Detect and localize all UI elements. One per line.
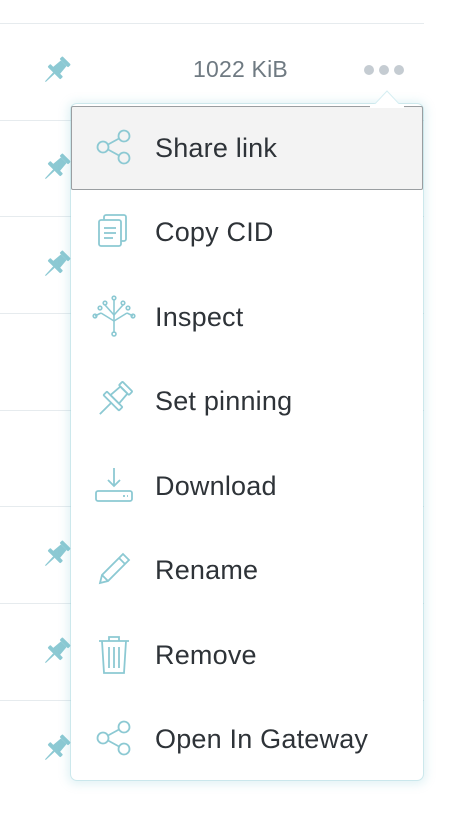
menu-item-label: Copy CID	[155, 217, 274, 247]
download-icon	[91, 462, 137, 508]
more-dots-icon	[394, 65, 404, 75]
pin-icon[interactable]	[38, 634, 74, 670]
pin-icon[interactable]	[38, 150, 74, 186]
menu-item-set-pinning[interactable]: Set pinning	[71, 359, 423, 443]
menu-item-download[interactable]: Download	[71, 444, 423, 528]
file-size: 1022 KiB	[193, 56, 288, 82]
menu-item-label: Set pinning	[155, 386, 293, 416]
menu-item-label: Rename	[155, 555, 259, 585]
pin-icon[interactable]	[38, 731, 74, 767]
menu-item-label: Download	[155, 471, 277, 501]
pin-icon[interactable]	[38, 537, 74, 573]
trash-icon	[91, 631, 137, 677]
pin-icon	[91, 377, 137, 423]
copy-icon	[91, 208, 137, 254]
menu-item-rename[interactable]: Rename	[71, 528, 423, 612]
more-dots-icon	[364, 65, 374, 75]
share-icon	[91, 124, 137, 170]
more-options-button[interactable]	[364, 60, 412, 80]
files-view: 1022 KiB Share link Copy CID Inspect Set…	[0, 0, 474, 836]
share-icon	[91, 715, 137, 761]
menu-item-copy-cid[interactable]: Copy CID	[71, 190, 423, 274]
pencil-icon	[91, 546, 137, 592]
pin-icon[interactable]	[38, 247, 74, 283]
menu-item-label: Inspect	[155, 302, 244, 332]
menu-item-label: Share link	[155, 133, 278, 163]
more-dots-icon	[379, 65, 389, 75]
pin-icon[interactable]	[38, 53, 74, 89]
row-divider	[0, 23, 424, 24]
menu-item-share-link[interactable]: Share link	[71, 106, 423, 190]
menu-item-open-in-gateway[interactable]: Open In Gateway	[71, 697, 423, 781]
menu-item-label: Open In Gateway	[155, 724, 369, 754]
menu-item-remove[interactable]: Remove	[71, 613, 423, 697]
inspect-tree-icon	[91, 293, 137, 339]
menu-caret	[370, 90, 404, 108]
menu-item-label: Remove	[155, 640, 257, 670]
menu-item-inspect[interactable]: Inspect	[71, 275, 423, 359]
context-menu: Share link Copy CID Inspect Set pinning …	[71, 104, 423, 780]
